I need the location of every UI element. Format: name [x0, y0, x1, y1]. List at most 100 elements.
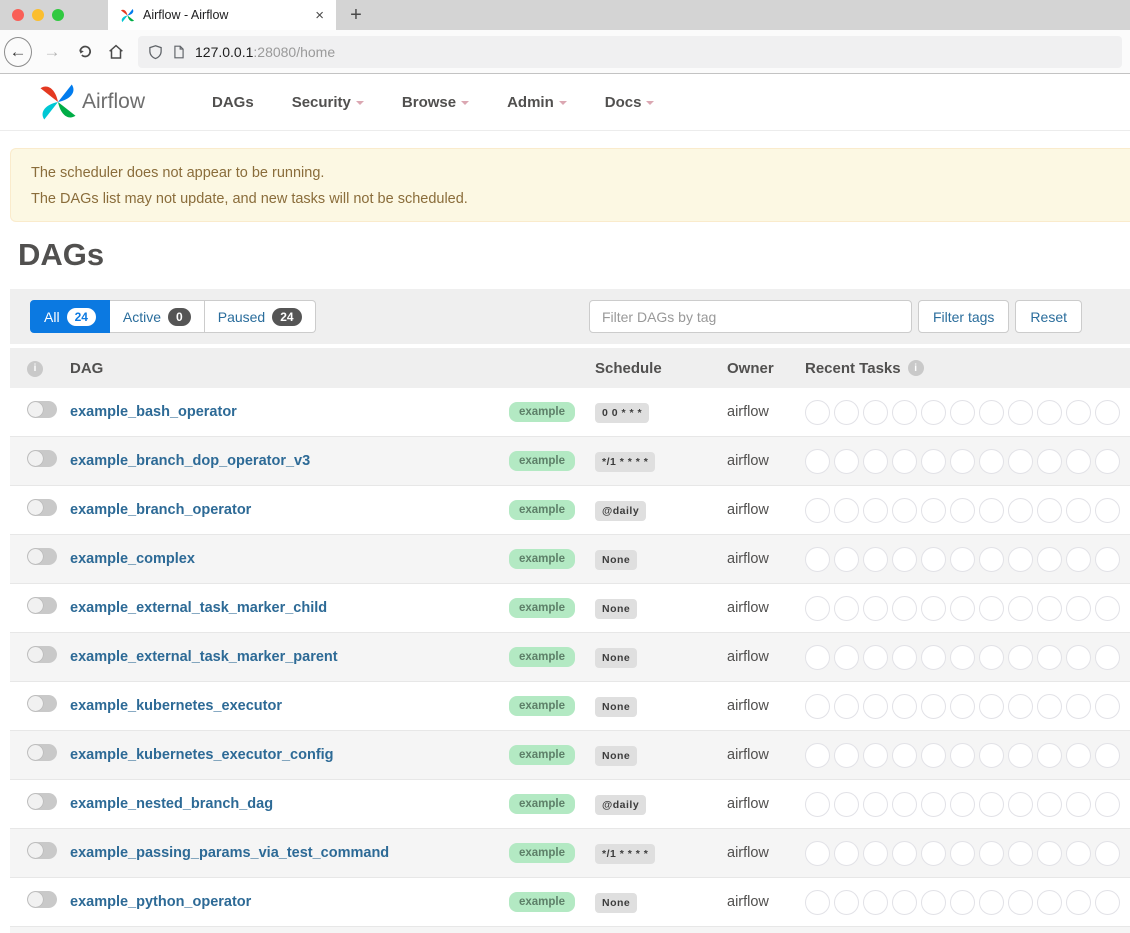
dag-link[interactable]: example_passing_params_via_test_command [70, 845, 389, 861]
task-status-circle[interactable] [1037, 841, 1062, 866]
close-window-button[interactable] [12, 9, 24, 21]
schedule-badge[interactable]: */1 * * * * [595, 844, 655, 864]
task-status-circle[interactable] [1066, 449, 1091, 474]
task-status-circle[interactable] [1008, 841, 1033, 866]
task-status-circle[interactable] [1066, 547, 1091, 572]
dag-tag-badge[interactable]: example [509, 500, 575, 520]
task-status-circle[interactable] [805, 498, 830, 523]
schedule-badge[interactable]: None [595, 550, 637, 570]
task-status-circle[interactable] [805, 547, 830, 572]
schedule-badge[interactable]: None [595, 599, 637, 619]
dag-pause-toggle[interactable] [27, 695, 57, 712]
task-status-circle[interactable] [892, 498, 917, 523]
task-status-circle[interactable] [1095, 792, 1120, 817]
dag-tag-badge[interactable]: example [509, 549, 575, 569]
task-status-circle[interactable] [950, 743, 975, 768]
task-status-circle[interactable] [805, 400, 830, 425]
filter-tab-active[interactable]: Active 0 [110, 300, 205, 333]
header-owner[interactable]: Owner [727, 360, 805, 377]
task-status-circle[interactable] [979, 645, 1004, 670]
task-status-circle[interactable] [950, 547, 975, 572]
task-status-circle[interactable] [834, 743, 859, 768]
task-status-circle[interactable] [1066, 743, 1091, 768]
task-status-circle[interactable] [892, 596, 917, 621]
task-status-circle[interactable] [1066, 841, 1091, 866]
task-status-circle[interactable] [1095, 694, 1120, 719]
task-status-circle[interactable] [892, 841, 917, 866]
dag-link[interactable]: example_kubernetes_executor [70, 698, 282, 714]
task-status-circle[interactable] [805, 890, 830, 915]
dag-pause-toggle[interactable] [27, 450, 57, 467]
dag-link[interactable]: example_nested_branch_dag [70, 796, 273, 812]
task-status-circle[interactable] [1008, 547, 1033, 572]
header-schedule[interactable]: Schedule [595, 360, 727, 377]
task-status-circle[interactable] [979, 400, 1004, 425]
task-status-circle[interactable] [863, 596, 888, 621]
nav-item-security[interactable]: Security [273, 94, 383, 111]
dag-tag-badge[interactable]: example [509, 892, 575, 912]
task-status-circle[interactable] [921, 498, 946, 523]
task-status-circle[interactable] [1095, 890, 1120, 915]
task-status-circle[interactable] [950, 841, 975, 866]
task-status-circle[interactable] [805, 449, 830, 474]
info-icon[interactable]: i [908, 360, 924, 376]
filter-tab-all[interactable]: All 24 [30, 300, 110, 333]
task-status-circle[interactable] [950, 890, 975, 915]
task-status-circle[interactable] [921, 449, 946, 474]
filter-tags-button[interactable]: Filter tags [918, 300, 1009, 333]
task-status-circle[interactable] [1008, 743, 1033, 768]
task-status-circle[interactable] [1095, 645, 1120, 670]
task-status-circle[interactable] [1037, 547, 1062, 572]
task-status-circle[interactable] [921, 596, 946, 621]
task-status-circle[interactable] [863, 498, 888, 523]
task-status-circle[interactable] [892, 694, 917, 719]
header-dag[interactable]: DAG [60, 360, 595, 377]
task-status-circle[interactable] [863, 841, 888, 866]
dag-link[interactable]: example_external_task_marker_parent [70, 649, 338, 665]
task-status-circle[interactable] [979, 449, 1004, 474]
task-status-circle[interactable] [1008, 596, 1033, 621]
url-field[interactable]: 127.0.0.1:28080/home [138, 36, 1122, 68]
dag-link[interactable]: example_external_task_marker_child [70, 600, 327, 616]
dag-link[interactable]: example_kubernetes_executor_config [70, 747, 334, 763]
tracking-shield-icon[interactable] [148, 44, 163, 60]
task-status-circle[interactable] [950, 498, 975, 523]
dag-tag-badge[interactable]: example [509, 598, 575, 618]
task-status-circle[interactable] [1095, 547, 1120, 572]
dag-pause-toggle[interactable] [27, 646, 57, 663]
task-status-circle[interactable] [1066, 645, 1091, 670]
task-status-circle[interactable] [979, 596, 1004, 621]
info-icon[interactable]: i [27, 361, 43, 377]
task-status-circle[interactable] [834, 841, 859, 866]
task-status-circle[interactable] [950, 645, 975, 670]
task-status-circle[interactable] [1008, 792, 1033, 817]
task-status-circle[interactable] [834, 400, 859, 425]
task-status-circle[interactable] [1008, 498, 1033, 523]
task-status-circle[interactable] [892, 400, 917, 425]
task-status-circle[interactable] [805, 743, 830, 768]
task-status-circle[interactable] [834, 792, 859, 817]
dag-tag-badge[interactable]: example [509, 402, 575, 422]
task-status-circle[interactable] [834, 498, 859, 523]
airflow-brand[interactable]: Airflow [38, 82, 145, 122]
nav-item-dags[interactable]: DAGs [193, 94, 273, 111]
reset-button[interactable]: Reset [1015, 300, 1082, 333]
dag-pause-toggle[interactable] [27, 499, 57, 516]
task-status-circle[interactable] [1066, 400, 1091, 425]
browser-tab[interactable]: Airflow - Airflow × [108, 0, 336, 30]
task-status-circle[interactable] [1037, 694, 1062, 719]
task-status-circle[interactable] [921, 792, 946, 817]
task-status-circle[interactable] [950, 449, 975, 474]
task-status-circle[interactable] [1037, 743, 1062, 768]
task-status-circle[interactable] [1037, 645, 1062, 670]
task-status-circle[interactable] [950, 596, 975, 621]
filter-tab-paused[interactable]: Paused 24 [205, 300, 316, 333]
schedule-badge[interactable]: None [595, 746, 637, 766]
task-status-circle[interactable] [834, 449, 859, 474]
task-status-circle[interactable] [834, 694, 859, 719]
schedule-badge[interactable]: None [595, 697, 637, 717]
dag-tag-badge[interactable]: example [509, 647, 575, 667]
schedule-badge[interactable]: @daily [595, 501, 646, 521]
task-status-circle[interactable] [834, 596, 859, 621]
task-status-circle[interactable] [1008, 449, 1033, 474]
